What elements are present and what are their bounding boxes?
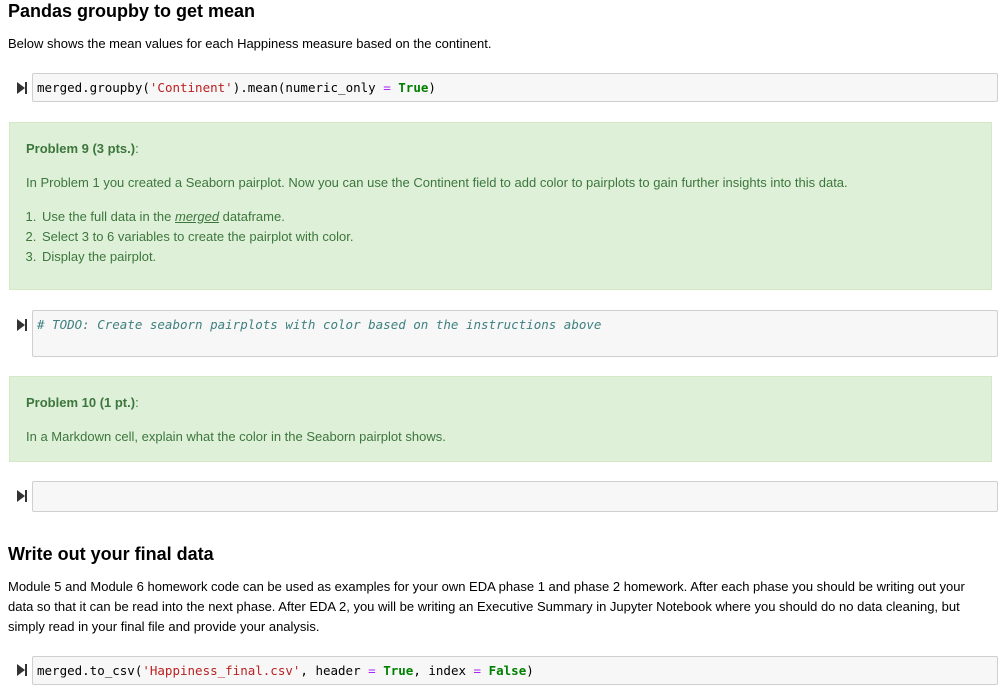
problem-9-alert: Problem 9 (3 pts.): In Problem 1 you cre…	[9, 122, 992, 290]
run-cell-icon[interactable]	[16, 489, 28, 503]
empty-code-cell[interactable]	[32, 481, 998, 512]
problem-9-intro: In Problem 1 you created a Seaborn pairp…	[26, 175, 848, 190]
section-description-groupby: Below shows the mean values for each Hap…	[8, 36, 492, 51]
section-heading-write-out: Write out your final data	[8, 544, 214, 564]
problem-10-alert: Problem 10 (1 pt.): In a Markdown cell, …	[9, 376, 992, 462]
run-cell-icon[interactable]	[16, 81, 28, 95]
code-comment-todo: # TODO: Create seaborn pairplots with co…	[37, 317, 602, 332]
problem-9-title: Problem 9 (3 pts.):	[26, 141, 139, 156]
section-heading-groupby: Pandas groupby to get mean	[8, 1, 256, 21]
code-line-groupby: merged.groupby('Continent').mean(numeric…	[37, 80, 436, 95]
problem-9-steps: Use the full data in the merged datafram…	[32, 207, 353, 267]
run-cell-icon[interactable]	[16, 318, 28, 332]
code-cell-todo[interactable]: # TODO: Create seaborn pairplots with co…	[32, 310, 998, 357]
problem-10-intro: In a Markdown cell, explain what the col…	[26, 429, 446, 444]
problem-10-title: Problem 10 (1 pt.):	[26, 395, 139, 410]
list-item: Select 3 to 6 variables to create the pa…	[40, 227, 353, 247]
list-item: Display the pairplot.	[40, 247, 353, 267]
code-cell-groupby[interactable]: merged.groupby('Continent').mean(numeric…	[32, 73, 998, 102]
list-item: Use the full data in the merged datafram…	[40, 207, 353, 227]
code-line-to-csv: merged.to_csv('Happiness_final.csv', hea…	[37, 663, 534, 678]
section-description-write-out: Module 5 and Module 6 homework code can …	[8, 579, 965, 634]
code-cell-to-csv[interactable]: merged.to_csv('Happiness_final.csv', hea…	[32, 656, 998, 685]
run-cell-icon[interactable]	[16, 663, 28, 677]
